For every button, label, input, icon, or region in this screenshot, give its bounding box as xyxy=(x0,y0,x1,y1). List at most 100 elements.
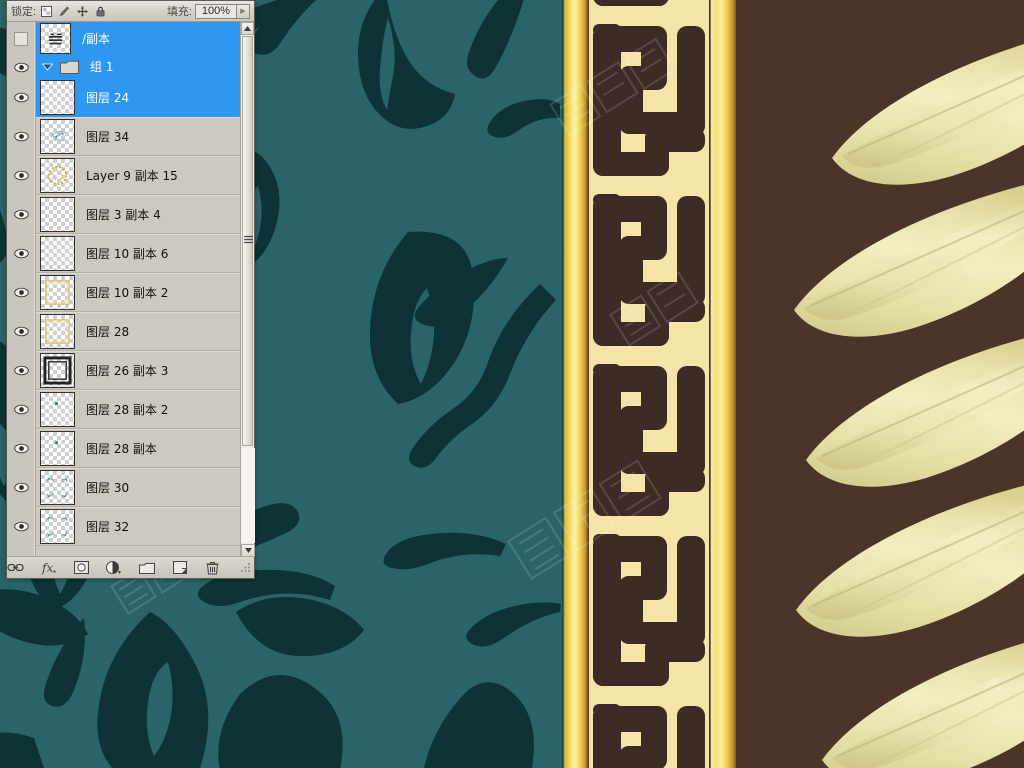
layer-mask-icon[interactable] xyxy=(73,560,90,575)
layer-options-bar: 锁定: 填充: 100% ▶ xyxy=(7,1,254,22)
visibility-eye-icon[interactable] xyxy=(13,92,29,103)
visibility-eye-icon[interactable] xyxy=(13,521,29,532)
visibility-eye-icon[interactable] xyxy=(13,62,29,73)
layer-row[interactable]: 图层 24 xyxy=(36,78,254,117)
visibility-eye-icon[interactable] xyxy=(13,248,29,259)
layer-thumbnail[interactable] xyxy=(40,430,75,466)
layer-row[interactable]: 图层 32 xyxy=(36,507,254,546)
visibility-toggle[interactable] xyxy=(7,78,35,117)
layer-row[interactable]: 图层 10 副本 6 xyxy=(36,234,254,273)
layer-thumbnail[interactable] xyxy=(40,391,75,427)
visibility-toggle[interactable] xyxy=(7,507,35,546)
visibility-eye-icon[interactable] xyxy=(13,404,29,415)
gold-border-right xyxy=(709,0,738,768)
layer-thumbnail[interactable] xyxy=(40,157,75,193)
resize-grip-icon[interactable] xyxy=(237,560,254,575)
layer-thumbnail[interactable] xyxy=(40,469,75,505)
link-layers-icon[interactable] xyxy=(7,560,24,575)
layer-name: 组 1 xyxy=(90,60,114,74)
layer-row[interactable]: Layer 9 副本 15 xyxy=(36,156,254,195)
layer-row[interactable]: 图层 28 副本 2 xyxy=(36,390,254,429)
lock-transparent-pixels-icon[interactable] xyxy=(41,5,53,17)
visibility-toggle[interactable] xyxy=(7,429,35,468)
scroll-up-button[interactable] xyxy=(241,22,254,35)
layer-name: 图层 10 副本 6 xyxy=(86,246,169,261)
layer-name: 图层 24 xyxy=(86,90,130,105)
visibility-eye-icon[interactable] xyxy=(13,365,29,376)
visibility-checkbox-box[interactable] xyxy=(14,32,28,46)
visibility-toggle[interactable] xyxy=(7,117,35,156)
layer-row[interactable]: 图层 28 副本 xyxy=(36,429,254,468)
visibility-toggle[interactable] xyxy=(7,234,35,273)
layer-group-row[interactable]: 组 1 xyxy=(36,56,254,78)
new-layer-icon[interactable] xyxy=(171,560,188,575)
lock-position-icon[interactable] xyxy=(77,5,88,17)
visibility-toggle[interactable] xyxy=(7,468,35,507)
screen: 锁定: 填充: 100% ▶ /副本 组 1 图层 24 图层 34 Layer… xyxy=(0,0,1024,768)
layer-rows-column[interactable]: /副本组 1 图层 24 图层 34 Layer 9 副本 15 图层 3 副本 4 图层… xyxy=(36,22,254,557)
visibility-toggle[interactable] xyxy=(7,390,35,429)
cream-leaf-illustration xyxy=(736,0,1024,768)
layer-row[interactable]: 图层 26 副本 3 xyxy=(36,351,254,390)
visibility-eye-icon[interactable] xyxy=(13,287,29,298)
visibility-toggle[interactable] xyxy=(7,312,35,351)
layers-panel[interactable]: 锁定: 填充: 100% ▶ /副本 组 1 图层 24 图层 34 Layer… xyxy=(6,0,255,579)
layer-row[interactable]: 图层 34 xyxy=(36,117,254,156)
fill-label: 填充: xyxy=(166,6,192,18)
adjustment-layer-icon[interactable] xyxy=(106,560,123,575)
layer-row[interactable]: 图层 28 xyxy=(36,312,254,351)
layer-list[interactable]: /副本组 1 图层 24 图层 34 Layer 9 副本 15 图层 3 副本 4 图层… xyxy=(7,22,254,557)
fill-control[interactable]: 填充: 100% ▶ xyxy=(167,3,250,19)
layer-row[interactable]: 图层 30 xyxy=(36,468,254,507)
layer-thumbnail[interactable] xyxy=(40,313,75,349)
layer-thumbnail[interactable] xyxy=(40,196,75,232)
svg-text:fx: fx xyxy=(41,561,53,575)
fill-value-input[interactable]: 100% xyxy=(195,3,237,19)
visibility-eye-icon[interactable] xyxy=(13,209,29,220)
visibility-column[interactable] xyxy=(7,22,36,557)
layer-row[interactable]: /副本 xyxy=(36,22,254,56)
layer-name: 图层 28 xyxy=(86,324,130,339)
scrollbar-thumb[interactable] xyxy=(242,36,253,446)
layer-name: 图层 28 副本 xyxy=(86,441,157,456)
layer-thumbnail[interactable] xyxy=(40,508,75,544)
layer-thumbnail[interactable] xyxy=(40,118,75,154)
visibility-eye-icon[interactable] xyxy=(13,443,29,454)
layer-name: 图层 28 副本 2 xyxy=(86,402,169,417)
lock-image-pixels-icon[interactable] xyxy=(59,5,70,17)
visibility-eye-icon[interactable] xyxy=(13,482,29,493)
visibility-eye-icon[interactable] xyxy=(13,326,29,337)
brown-leaf-region xyxy=(736,0,1024,768)
layer-name: Layer 9 副本 15 xyxy=(86,168,178,183)
layer-thumbnail[interactable] xyxy=(40,274,75,310)
visibility-toggle[interactable] xyxy=(7,156,35,195)
fill-dropdown-arrow[interactable]: ▶ xyxy=(237,3,250,19)
visibility-eye-icon[interactable] xyxy=(13,131,29,142)
scrollbar-track[interactable] xyxy=(241,448,255,543)
layer-name: 图层 3 副本 4 xyxy=(86,207,161,222)
visibility-toggle[interactable] xyxy=(7,195,35,234)
lock-button-group[interactable] xyxy=(41,5,106,17)
visibility-toggle[interactable] xyxy=(7,273,35,312)
layer-thumbnail[interactable] xyxy=(40,352,75,388)
layer-row[interactable]: 图层 10 副本 2 xyxy=(36,273,254,312)
lock-all-icon[interactable] xyxy=(95,6,106,17)
gold-border-left xyxy=(562,0,589,768)
delete-layer-icon[interactable] xyxy=(204,560,221,575)
visibility-checkbox[interactable] xyxy=(7,22,35,56)
layer-row[interactable]: 图层 3 副本 4 xyxy=(36,195,254,234)
new-group-icon[interactable] xyxy=(139,560,156,575)
group-expand-arrow[interactable] xyxy=(42,63,53,71)
layers-panel-toolbar[interactable]: fx xyxy=(7,556,254,578)
layer-thumbnail[interactable] xyxy=(40,235,75,271)
layer-thumbnail[interactable] xyxy=(40,23,71,54)
visibility-toggle[interactable] xyxy=(7,351,35,390)
layer-style-fx-icon[interactable]: fx xyxy=(40,560,57,575)
layer-list-scrollbar[interactable] xyxy=(240,22,255,557)
lock-label: 锁定: xyxy=(11,6,37,18)
visibility-eye-icon[interactable] xyxy=(13,170,29,181)
layer-thumbnail[interactable] xyxy=(40,79,75,115)
layer-name: 图层 34 xyxy=(86,129,130,144)
visibility-toggle[interactable] xyxy=(7,56,35,78)
greek-key-border xyxy=(589,0,709,768)
